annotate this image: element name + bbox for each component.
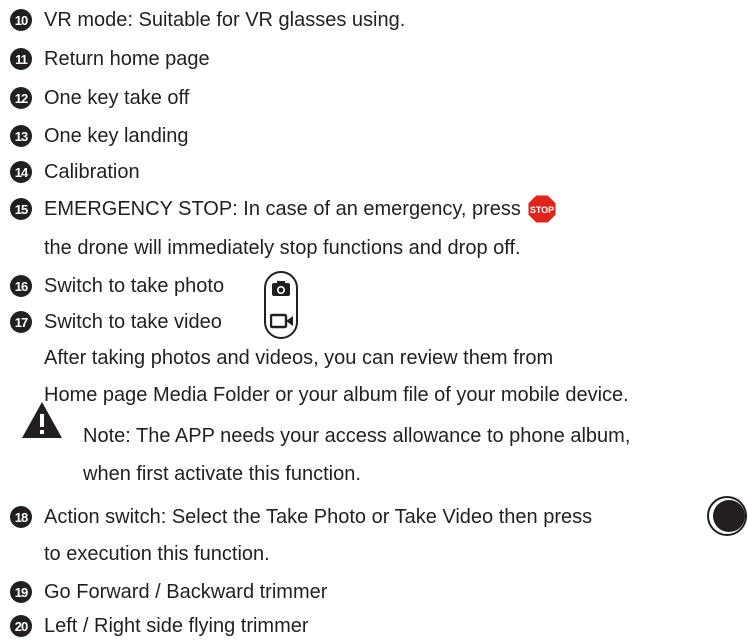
item-number: 17 — [10, 311, 32, 333]
note-line-1: Note: The APP needs your access allowanc… — [83, 424, 631, 447]
item-number: 15 — [10, 198, 32, 220]
item-text: EMERGENCY STOP: In case of an emergency,… — [44, 197, 521, 220]
item-number: 18 — [10, 506, 32, 528]
item-number: 13 — [10, 125, 32, 147]
item-number: 16 — [10, 275, 32, 297]
record-button-icon — [707, 496, 747, 536]
note-line-2: when first activate this function. — [83, 462, 361, 485]
list-item-19: 19 Go Forward / Backward trimmer — [0, 577, 327, 607]
stop-label: STOP — [530, 205, 554, 215]
item-text: Action switch: Select the Take Photo or … — [44, 505, 593, 528]
warning-icon — [22, 402, 62, 438]
list-item-12: 12 One key take off — [0, 83, 189, 113]
item-text: Calibration — [44, 160, 140, 183]
item-number: 20 — [10, 615, 32, 637]
item-text: One key take off — [44, 86, 190, 109]
item-text: Go Forward / Backward trimmer — [44, 580, 328, 603]
list-item-14: 14 Calibration — [0, 157, 140, 187]
item-number: 11 — [10, 48, 32, 70]
camera-icon — [272, 281, 290, 296]
list-item-13: 13 One key landing — [0, 121, 189, 151]
media-note-line-2: Home page Media Folder or your album fil… — [44, 383, 629, 406]
item-number: 10 — [10, 9, 32, 31]
item-number: 19 — [10, 581, 32, 603]
list-item-10: 10 VR mode: Suitable for VR glasses usin… — [0, 5, 405, 35]
video-camera-icon — [270, 313, 293, 329]
item-text: VR mode: Suitable for VR glasses using. — [44, 8, 406, 31]
list-item-15: 15 EMERGENCY STOP: In case of an emergen… — [0, 194, 557, 224]
item-number: 12 — [10, 87, 32, 109]
list-item-16: 16 Switch to take photo — [0, 271, 224, 301]
action-continuation: to execution this function. — [44, 542, 270, 565]
list-item-17: 17 Switch to take video — [0, 307, 222, 337]
stop-sign-icon: STOP — [527, 194, 557, 224]
list-item-20: 20 Left / Right side flying trimmer — [0, 611, 309, 641]
list-item-18: 18 Action switch: Select the Take Photo … — [0, 502, 592, 532]
item-text: Switch to take photo — [44, 274, 225, 297]
item-text: Return home page — [44, 47, 210, 70]
emergency-continuation: the drone will immediately stop function… — [44, 236, 521, 259]
camera-mode-switch — [264, 271, 298, 339]
item-number: 14 — [10, 161, 32, 183]
item-text: One key landing — [44, 124, 189, 147]
list-item-11: 11 Return home page — [0, 44, 210, 74]
item-text: Switch to take video — [44, 310, 222, 333]
media-note-line-1: After taking photos and videos, you can … — [44, 346, 554, 369]
item-text: Left / Right side flying trimmer — [44, 614, 309, 637]
